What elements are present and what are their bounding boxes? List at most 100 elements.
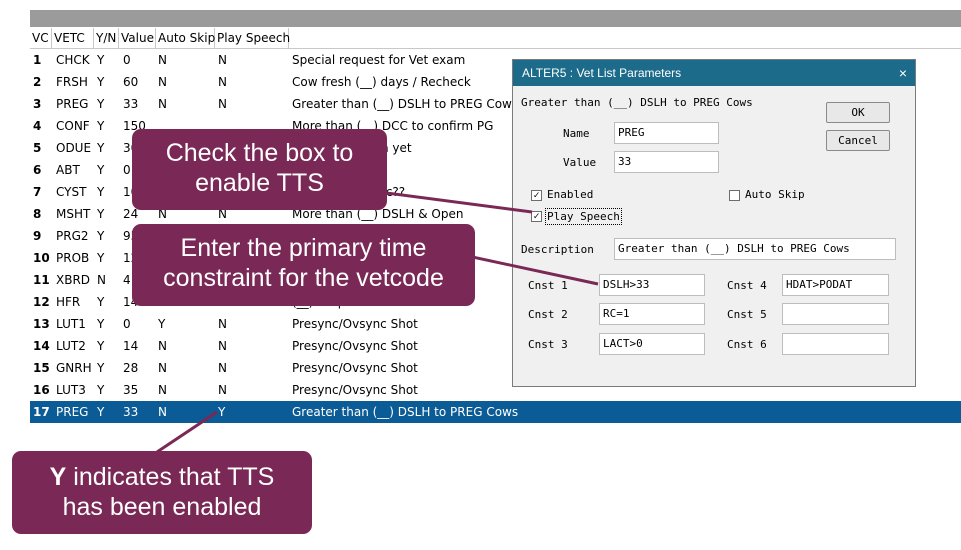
cell-yn: Y [97, 97, 105, 111]
cell-play-speech: N [218, 339, 227, 353]
callout-indicator-bold: Y [49, 463, 67, 491]
callout-tts-line2: enable TTS [195, 169, 324, 197]
cell-vc: 2 [33, 75, 42, 89]
cell-vc: 3 [33, 97, 42, 111]
cnst3-label: Cnst 3 [528, 338, 568, 351]
cell-yn: Y [97, 317, 105, 331]
callout-check-tts: Check the box to enable TTS [132, 129, 387, 210]
col-header-play-speech[interactable]: Play Speech [215, 28, 290, 48]
cnst5-label: Cnst 5 [727, 308, 767, 321]
cancel-button[interactable]: Cancel [826, 130, 890, 151]
cell-description: Presync/Ovsync Shot [292, 383, 418, 397]
cell-yn: Y [97, 405, 105, 419]
cell-vc: 13 [33, 317, 50, 331]
cell-vc: 16 [33, 383, 50, 397]
cell-vetc: LUT1 [56, 317, 86, 331]
cell-value: 0 [123, 163, 131, 177]
cell-description: Presync/Ovsync Shot [292, 361, 418, 375]
cnst4-field[interactable]: HDAT>PODAT [782, 274, 889, 296]
callout-constraint-line2: constraint for the vetcode [163, 264, 444, 292]
col-header-vetc[interactable]: VETC [52, 28, 94, 48]
play-speech-checkbox[interactable]: ✓ [531, 211, 542, 222]
cell-play-speech: N [218, 53, 227, 67]
cell-vc: 17 [33, 405, 50, 419]
cell-yn: Y [97, 251, 105, 265]
cell-description: Greater than (__) DSLH to PREG Cows [292, 405, 519, 419]
cell-play-speech: N [218, 383, 227, 397]
callout-tts-line1: Check the box to [165, 139, 354, 167]
cell-vc: 7 [33, 185, 42, 199]
cell-vc: 8 [33, 207, 42, 221]
cnst4-label: Cnst 4 [727, 279, 767, 292]
cell-vetc: ABT [56, 163, 80, 177]
cell-vetc: PRG2 [56, 229, 89, 243]
cell-yn: Y [97, 361, 105, 375]
cell-yn: Y [97, 383, 105, 397]
cell-description: Special request for Vet exam [292, 53, 466, 67]
name-label: Name [563, 127, 590, 140]
table-header: VC VETC Y/N Value Auto Skip Play Speech [30, 28, 961, 49]
cell-vetc: PREG [56, 405, 89, 419]
vet-list-parameters-dialog: ALTER5 : Vet List Parameters × Greater t… [512, 59, 916, 387]
cell-vc: 10 [33, 251, 50, 265]
play-speech-label: Play Speech [545, 208, 622, 225]
cell-auto-skip: Y [158, 317, 166, 331]
enabled-label: Enabled [547, 188, 594, 201]
cell-yn: Y [97, 141, 105, 155]
cell-vc: 11 [33, 273, 50, 287]
cell-description: Presync/Ovsync Shot [292, 339, 418, 353]
value-label: Value [563, 156, 597, 169]
cell-vetc: ODUE [56, 141, 92, 155]
cell-vetc: CYST [56, 185, 87, 199]
cell-vetc: XBRD [56, 273, 91, 287]
cell-auto-skip: N [158, 383, 167, 397]
cell-description: Greater than (__) DSLH to PREG Cows [292, 97, 519, 111]
table-row[interactable]: 17 PREG Y 33 N Y Greater than (__) DSLH to PRE… [30, 401, 961, 423]
col-header-auto-skip[interactable]: Auto Skip [156, 28, 215, 48]
cnst2-label: Cnst 2 [528, 308, 568, 321]
auto-skip-checkbox[interactable] [729, 190, 740, 201]
cnst3-field[interactable]: LACT>0 [599, 333, 705, 355]
cell-vc: 12 [33, 295, 50, 309]
cnst2-field[interactable]: RC=1 [599, 303, 705, 325]
ok-button[interactable]: OK [826, 102, 890, 123]
cnst6-field[interactable] [782, 333, 889, 355]
cell-vc: 6 [33, 163, 42, 177]
close-icon[interactable]: × [899, 60, 907, 86]
col-header-value[interactable]: Value [119, 28, 156, 48]
cell-vetc: CHCK [56, 53, 90, 67]
cell-yn: N [97, 273, 106, 287]
cell-vetc: GNRH [56, 361, 92, 375]
description-field[interactable]: Greater than (__) DSLH to PREG Cows [614, 238, 896, 260]
cell-play-speech: N [218, 361, 227, 375]
value-field[interactable]: 33 [614, 151, 719, 173]
cell-yn: Y [97, 119, 105, 133]
cell-description: Cow fresh (__) days / Recheck [292, 75, 471, 89]
cnst1-field[interactable]: DSLH>33 [599, 274, 705, 296]
cell-vetc: MSHT [56, 207, 91, 221]
callout-indicator-rest: indicates that TTS [66, 463, 275, 491]
cell-value: 0 [123, 317, 131, 331]
cell-vc: 9 [33, 229, 42, 243]
name-field[interactable]: PREG [614, 122, 719, 144]
cell-vetc: LUT2 [56, 339, 86, 353]
cell-yn: Y [97, 185, 105, 199]
cell-value: 60 [123, 75, 139, 89]
cell-yn: Y [97, 207, 105, 221]
cell-yn: Y [97, 229, 105, 243]
dialog-title: ALTER5 : Vet List Parameters [522, 66, 682, 80]
col-header-vc[interactable]: VC [30, 28, 52, 48]
cell-auto-skip: N [158, 361, 167, 375]
cell-play-speech: Y [218, 405, 226, 419]
cell-value: 14 [123, 339, 139, 353]
enabled-checkbox[interactable]: ✓ [531, 190, 542, 201]
cnst5-field[interactable] [782, 303, 889, 325]
cell-vc: 4 [33, 119, 42, 133]
cell-auto-skip: N [158, 405, 167, 419]
cell-value: 35 [123, 383, 139, 397]
cell-value: 33 [123, 97, 139, 111]
col-header-yn[interactable]: Y/N [94, 28, 119, 48]
cell-vetc: CONF [56, 119, 90, 133]
cell-play-speech: N [218, 97, 227, 111]
dialog-title-bar: ALTER5 : Vet List Parameters × [513, 60, 915, 86]
